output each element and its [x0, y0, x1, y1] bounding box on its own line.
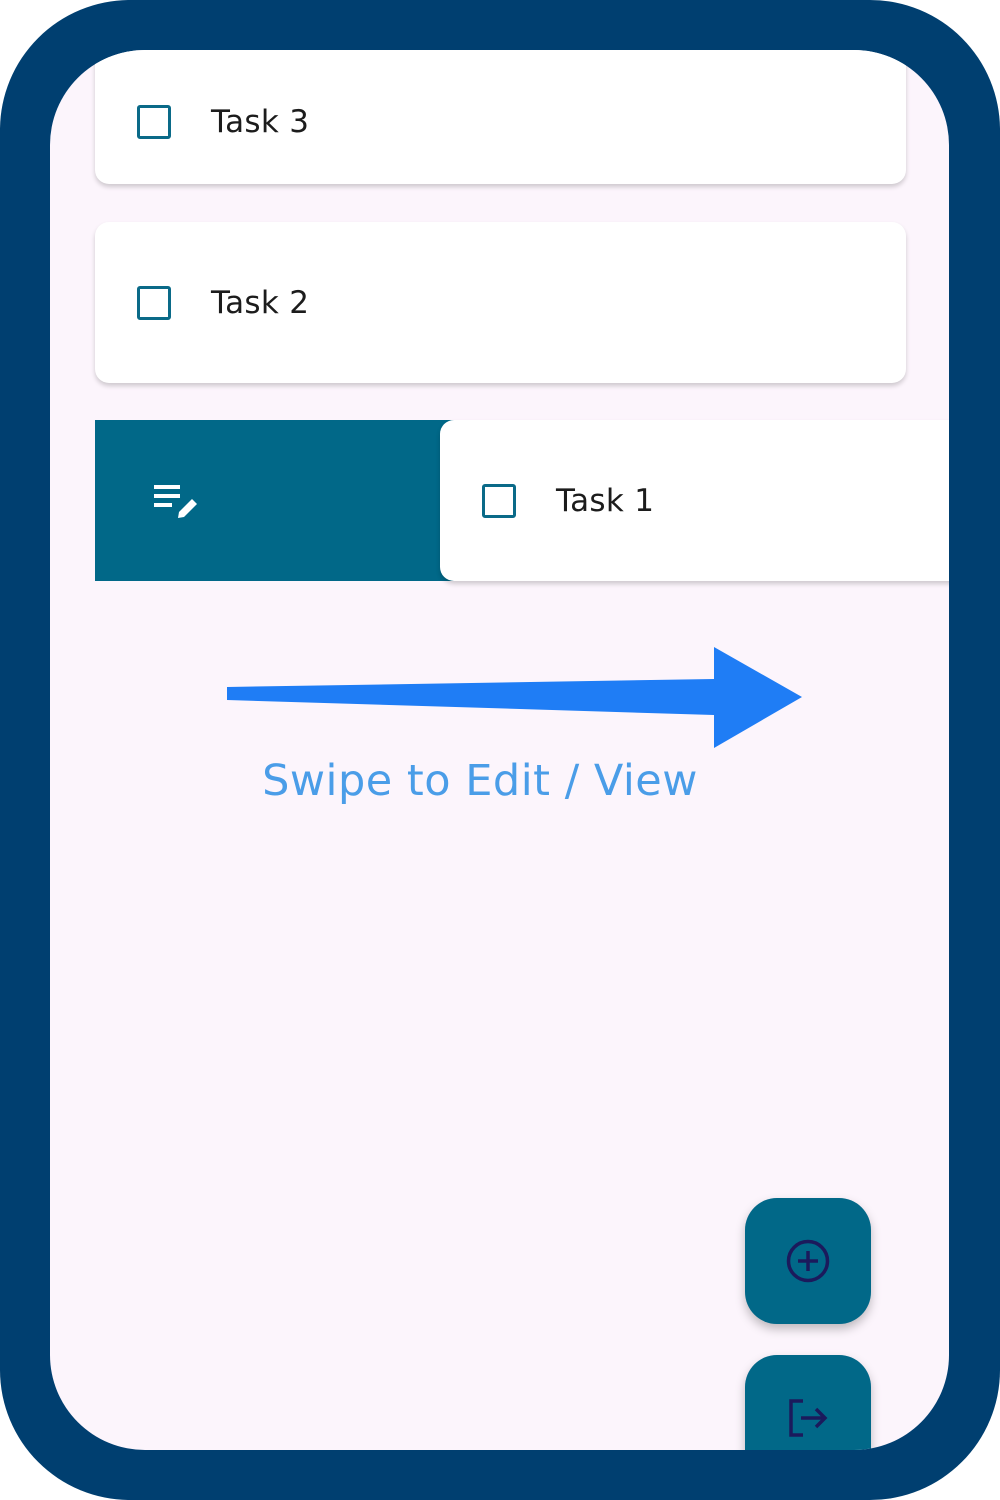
add-task-button[interactable]: [745, 1198, 871, 1324]
app-screen: Task 3 Task 2 Task 1 Swipe to Edit / Vie…: [50, 50, 949, 1450]
logout-icon: [789, 1399, 828, 1437]
device-frame: Task 3 Task 2 Task 1 Swipe to Edit / Vie…: [0, 0, 1000, 1500]
edit-notes-icon: [154, 485, 197, 518]
task-checkbox[interactable]: [137, 285, 171, 320]
task-label: Task 3: [211, 104, 310, 140]
task-card-swiped[interactable]: Task 1: [440, 420, 949, 581]
task-card[interactable]: Task 2: [95, 222, 906, 383]
swipe-hint-text: Swipe to Edit / View: [262, 756, 698, 806]
task-card[interactable]: Task 3: [95, 50, 906, 184]
arrow-right-icon: [227, 647, 802, 748]
task-checkbox[interactable]: [482, 483, 516, 518]
logout-button[interactable]: [745, 1355, 871, 1450]
task-checkbox[interactable]: [137, 105, 171, 139]
add-circle-icon: [786, 1239, 830, 1283]
task-label: Task 1: [556, 482, 655, 519]
task-label: Task 2: [211, 284, 310, 321]
